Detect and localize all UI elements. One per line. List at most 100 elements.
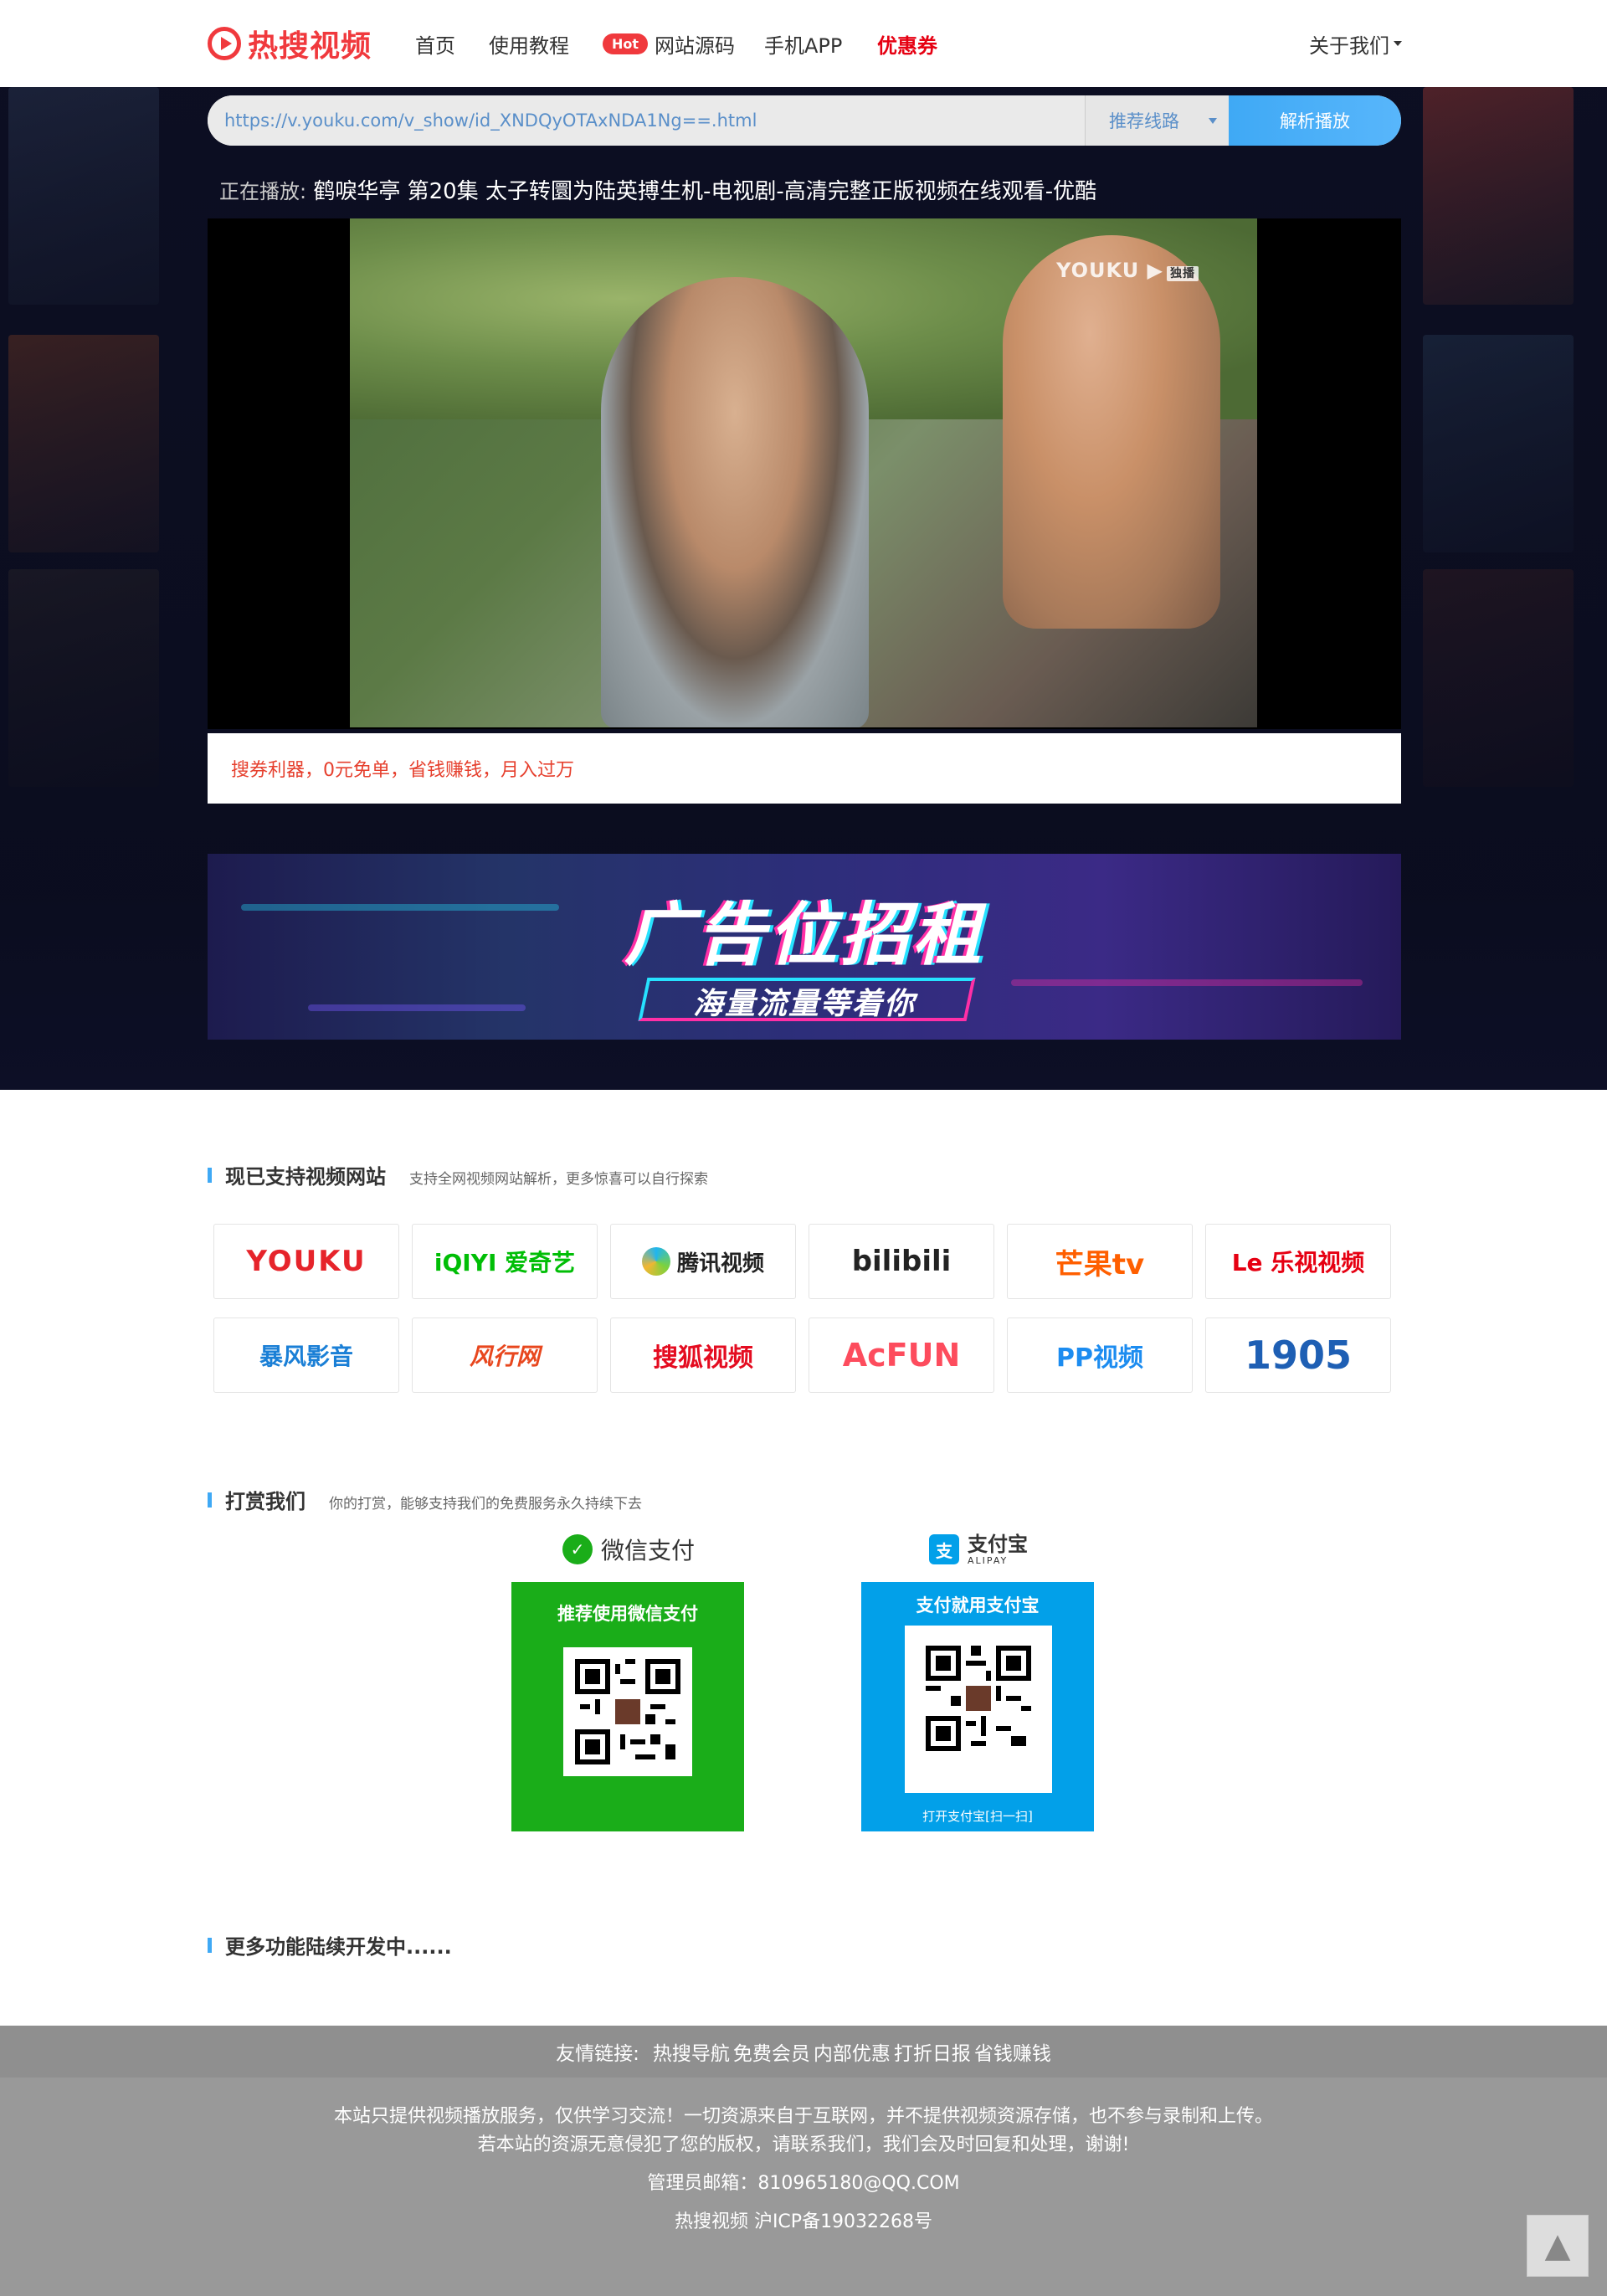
back-to-top-button[interactable]: ▲: [1527, 2215, 1589, 2277]
site-logo-text: 风行网: [469, 1343, 540, 1370]
wechat-pay-name: 微信支付: [600, 1537, 695, 1564]
site-logo-tencent[interactable]: 腾讯视频: [610, 1224, 796, 1299]
now-playing-title: 鹤唳华亭 第20集 太子转圜为陆英搏生机-电视剧-高清完整正版视频在线观看-优酷: [313, 179, 1097, 204]
site-logo-youku[interactable]: YOUKU: [213, 1224, 399, 1299]
friend-link[interactable]: 打折日报: [894, 2037, 971, 2066]
section-marker: [208, 1937, 212, 1953]
nav-mobile-app-label: 手机APP: [764, 33, 843, 58]
watermark-badge: 独播: [1167, 266, 1199, 281]
more-section-title: 更多功能陆续开发中......: [225, 1935, 452, 1959]
icp-record: 热搜视频 沪ICP备19032268号: [674, 2211, 933, 2232]
site-logo-text: 芒果tv: [1055, 1247, 1145, 1282]
section-marker: [208, 1167, 212, 1183]
nav-tutorial-label: 使用教程: [489, 33, 569, 58]
site-logo-text: bilibili: [851, 1245, 952, 1278]
alipay-header: 支 支付宝 ALIPAY: [861, 1525, 1096, 1574]
sites-section-heading: 现已支持视频网站 支持全网视频网站解析，更多惊喜可以自行探索: [208, 1160, 708, 1189]
donate-section-title: 打赏我们: [225, 1490, 305, 1513]
site-logo-1905[interactable]: 1905: [1205, 1318, 1391, 1393]
hot-badge: Hot: [603, 33, 649, 54]
site-logo-text: iQIYI 爱奇艺: [434, 1249, 576, 1276]
play-circle-icon: [208, 27, 241, 60]
site-logo-text: 暴风影音: [259, 1343, 353, 1370]
qr-code-icon: [575, 1659, 680, 1764]
ad-subtitle: 海量流量等着你: [692, 987, 916, 1021]
site-logo-iqiyi[interactable]: iQIYI 爱奇艺: [412, 1224, 598, 1299]
page: 热搜视频 首页 使用教程 Hot 网站源码 手机APP 优惠券 关于我们 推荐线路…: [0, 0, 1607, 2296]
watermark-text: YOUKU: [1056, 259, 1140, 282]
site-logo-text: PP视频: [1056, 1343, 1143, 1373]
parse-play-button[interactable]: 解析播放: [1229, 95, 1401, 146]
alipay-qr-code: [905, 1626, 1052, 1793]
site-logo-text: YOUKU: [246, 1245, 367, 1278]
alipay-qr-card: 支付就用支付宝 打开支付宝[扫一扫]: [861, 1582, 1094, 1831]
nav-home-label: 首页: [415, 33, 455, 58]
promo-notice-text: 搜券利器，0元免单，省钱赚钱，月入过万: [231, 760, 574, 781]
alipay-icon: 支: [929, 1534, 959, 1564]
top-navbar: 热搜视频 首页 使用教程 Hot 网站源码 手机APP 优惠券 关于我们: [0, 0, 1607, 87]
site-logo-acfun[interactable]: AcFUN: [809, 1318, 994, 1393]
disclaimer-line-1: 本站只提供视频播放服务，仅供学习交流！一切资源来自于互联网，并不提供视频资源存储…: [333, 2106, 1273, 2127]
site-logo-sohu[interactable]: 搜狐视频: [610, 1318, 796, 1393]
friend-link[interactable]: 热搜导航: [653, 2037, 730, 2066]
video-figure: [601, 277, 869, 727]
qr-code-icon: [926, 1646, 1031, 1751]
wechat-qr-card: 推荐使用微信支付: [511, 1582, 744, 1831]
section-marker: [208, 1492, 212, 1508]
nav-mobile-app[interactable]: 手机APP: [764, 0, 842, 87]
donate-section-subtitle: 你的打赏，能够支持我们的免费服务永久持续下去: [329, 1496, 642, 1513]
promo-notice[interactable]: 搜券利器，0元免单，省钱赚钱，月入过万: [208, 733, 1401, 804]
nav-tutorial[interactable]: 使用教程: [489, 0, 569, 87]
nav-source-code-label: 网站源码: [655, 33, 736, 58]
ad-title: 广告位招租: [624, 896, 984, 975]
site-logo-letv[interactable]: Le 乐视视频: [1205, 1224, 1391, 1299]
nav-coupons[interactable]: 优惠券: [877, 0, 937, 87]
route-select-value: 推荐线路: [1109, 111, 1179, 131]
video-player[interactable]: YOUKU ▶ 独播: [208, 218, 1401, 729]
alipay-scan-hint: 打开支付宝[扫一扫]: [922, 1809, 1033, 1824]
nav-source-code[interactable]: Hot 网站源码: [603, 0, 735, 87]
site-logo-mgtv[interactable]: 芒果tv: [1007, 1224, 1193, 1299]
admin-email: 管理员邮箱：810965180@QQ.COM: [647, 2173, 960, 2194]
tencent-play-icon: [641, 1247, 670, 1276]
site-logo-pptv[interactable]: PP视频: [1007, 1318, 1193, 1393]
sites-section-subtitle: 支持全网视频网站解析，更多惊喜可以自行探索: [409, 1171, 708, 1188]
wechat-icon: ✓: [562, 1534, 593, 1564]
site-logo-baofeng[interactable]: 暴风影音: [213, 1318, 399, 1393]
logo-text: 热搜视频: [248, 29, 372, 64]
site-logo[interactable]: 热搜视频: [208, 23, 372, 64]
rocket-icon: ▲: [1544, 2227, 1571, 2265]
youku-watermark: YOUKU ▶ 独播: [1056, 259, 1199, 282]
friend-link[interactable]: 内部优惠: [814, 2037, 891, 2066]
video-url-input[interactable]: [208, 95, 1085, 146]
about-label: 关于我们: [1309, 33, 1389, 58]
video-figure: [1003, 235, 1220, 629]
site-logo-funshion[interactable]: 风行网: [412, 1318, 598, 1393]
alipay-caption: 支付就用支付宝: [916, 1595, 1040, 1615]
alipay-block: 支 支付宝 ALIPAY 支付就用支付宝 打开支付宝[扫一扫]: [861, 1525, 1096, 1831]
hero-section: 推荐线路 解析播放 正在播放: 鹤唳华亭 第20集 太子转圜为陆英搏生机-电视剧…: [0, 87, 1607, 1090]
friend-links: 友情链接: 热搜导航 免费会员 内部优惠 打折日报 省钱赚钱: [0, 2026, 1607, 2078]
video-frame[interactable]: YOUKU ▶ 独播: [350, 218, 1257, 727]
route-select[interactable]: 推荐线路: [1085, 95, 1229, 146]
alipay-name: 支付宝: [968, 1532, 1028, 1556]
alipay-sub: ALIPAY: [968, 1554, 1009, 1566]
donate-section-heading: 打赏我们 你的打赏，能够支持我们的免费服务永久持续下去: [208, 1485, 642, 1514]
wechat-pay-header: ✓ 微信支付: [511, 1525, 746, 1574]
parse-form: 推荐线路 解析播放: [208, 95, 1401, 146]
site-logo-text: Le 乐视视频: [1231, 1249, 1365, 1276]
disclaimer-line-2: 若本站的资源无意侵犯了您的版权，请联系我们，我们会及时回复和处理，谢谢!: [477, 2134, 1130, 2155]
ad-banner[interactable]: 广告位招租 海量流量等着你: [208, 854, 1401, 1040]
friend-link[interactable]: 省钱赚钱: [974, 2037, 1051, 2066]
alipay-brand: 支付宝 ALIPAY: [968, 1534, 1028, 1565]
now-playing-label: 正在播放:: [219, 180, 307, 203]
footer: 友情链接: 热搜导航 免费会员 内部优惠 打折日报 省钱赚钱 本站只提供视频播放…: [0, 2026, 1607, 2296]
wechat-qr-code: [563, 1647, 692, 1776]
friend-link[interactable]: 免费会员: [733, 2037, 810, 2066]
nav-home[interactable]: 首页: [415, 0, 455, 87]
site-logo-bilibili[interactable]: bilibili: [809, 1224, 994, 1299]
about-dropdown[interactable]: 关于我们: [1309, 0, 1402, 87]
wechat-pay-caption: 推荐使用微信支付: [557, 1604, 698, 1624]
more-section-heading: 更多功能陆续开发中......: [208, 1930, 452, 1960]
nav-coupons-label: 优惠券: [877, 33, 937, 58]
